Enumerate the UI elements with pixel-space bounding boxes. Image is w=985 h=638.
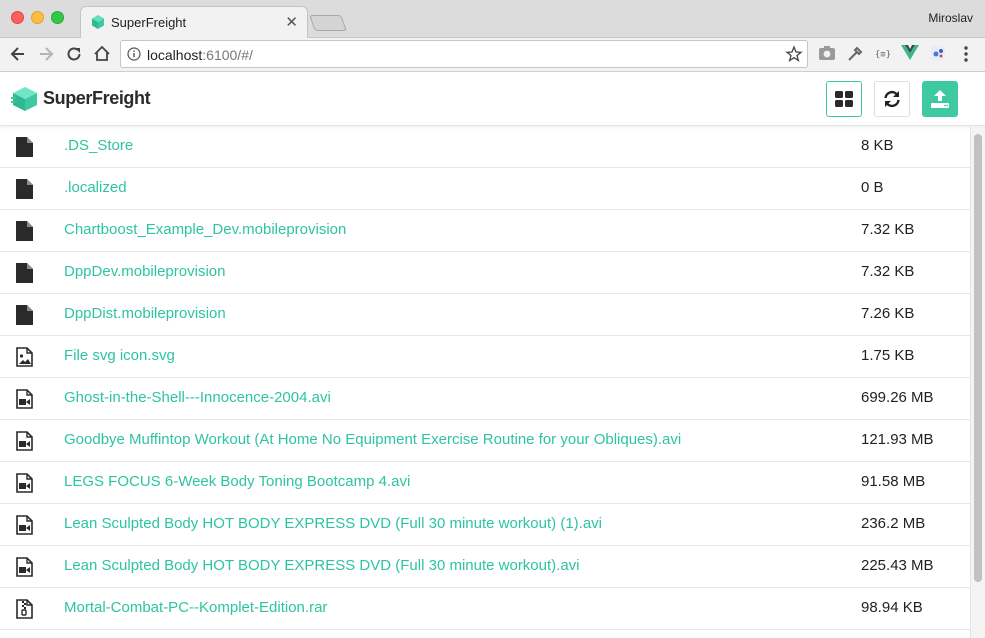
file-name-link[interactable]: .DS_Store xyxy=(64,137,133,154)
home-icon[interactable] xyxy=(92,44,112,64)
file-size: 7.32 KB xyxy=(861,221,915,238)
extension-dots-icon[interactable] xyxy=(930,45,946,61)
reload-icon[interactable] xyxy=(64,44,84,64)
archive-file-icon xyxy=(16,599,33,619)
file-row[interactable]: .DS_Store 8 KB xyxy=(0,126,970,168)
file-icon xyxy=(16,221,33,241)
file-name-link[interactable]: Mortal-Combat-PC--Komplet-Edition.rar xyxy=(64,599,327,616)
image-file-icon xyxy=(16,347,33,367)
forward-arrow-icon[interactable] xyxy=(36,44,56,64)
file-name-link[interactable]: File svg icon.svg xyxy=(64,347,175,364)
file-icon xyxy=(16,179,33,199)
file-row[interactable]: Chartboost_Example_Dev.mobileprovision 7.… xyxy=(0,210,970,252)
video-file-icon xyxy=(16,431,33,451)
window-close-button[interactable] xyxy=(11,11,24,24)
file-row[interactable]: Lean Sculpted Body HOT BODY EXPRESS DVD … xyxy=(0,504,970,546)
video-file-icon xyxy=(16,389,33,409)
file-name-link[interactable]: Goodbye Muffintop Workout (At Home No Eq… xyxy=(64,431,681,448)
address-bar[interactable]: localhost:6100/#/ xyxy=(120,40,808,68)
scrollbar[interactable] xyxy=(970,126,985,638)
file-size: 225.43 MB xyxy=(861,557,934,574)
file-name-link[interactable]: Chartboost_Example_Dev.mobileprovision xyxy=(64,221,346,238)
file-size: 121.93 MB xyxy=(861,431,934,448)
file-row[interactable]: DppDev.mobileprovision 7.32 KB xyxy=(0,252,970,294)
file-size: 1.75 KB xyxy=(861,347,915,364)
file-row[interactable]: Lean Sculpted Body HOT BODY EXPRESS DVD … xyxy=(0,546,970,588)
window-minimize-button[interactable] xyxy=(31,11,44,24)
file-icon xyxy=(16,137,33,157)
file-row[interactable]: .localized 0 B xyxy=(0,168,970,210)
url-text: localhost:6100/#/ xyxy=(147,47,253,63)
brand-name: SuperFreight xyxy=(43,88,151,108)
file-list: .DS_Store 8 KB .localized 0 B Chartboost_Exa… xyxy=(0,126,970,638)
refresh-button[interactable] xyxy=(874,81,910,117)
video-file-icon xyxy=(16,473,33,493)
file-row[interactable]: LEGS FOCUS 6-Week Body Toning Bootcamp 4… xyxy=(0,462,970,504)
grid-view-icon xyxy=(835,91,853,107)
file-row[interactable]: Ghost-in-the-Shell---Innocence-2004.avi 6… xyxy=(0,378,970,420)
file-row[interactable]: DppDist.mobileprovision 7.26 KB xyxy=(0,294,970,336)
profile-name[interactable]: Miroslav xyxy=(928,11,973,25)
tab-title: SuperFreight xyxy=(111,15,187,30)
file-size: 699.26 MB xyxy=(861,389,934,406)
url-path: :6100/#/ xyxy=(202,47,253,63)
file-name-link[interactable]: Ghost-in-the-Shell---Innocence-2004.avi xyxy=(64,389,331,406)
svg-text:{≡}: {≡} xyxy=(875,50,891,60)
browser-titlebar: SuperFreight ✕ Miroslav xyxy=(0,0,985,38)
video-file-icon xyxy=(16,557,33,577)
window-zoom-button[interactable] xyxy=(51,11,64,24)
back-arrow-icon[interactable] xyxy=(8,44,28,64)
file-size: 98.94 KB xyxy=(861,599,923,616)
file-name-link[interactable]: Lean Sculpted Body HOT BODY EXPRESS DVD … xyxy=(64,515,602,532)
upload-button[interactable] xyxy=(922,81,958,117)
file-name-link[interactable]: .localized xyxy=(64,179,127,196)
superfreight-logo-icon xyxy=(11,87,37,111)
bookmark-star-icon[interactable] xyxy=(785,45,803,63)
file-row[interactable]: File svg icon.svg 1.75 KB xyxy=(0,336,970,378)
file-name-link[interactable]: DppDev.mobileprovision xyxy=(64,263,225,280)
url-host: localhost xyxy=(147,47,203,63)
info-icon[interactable] xyxy=(127,47,141,61)
file-size: 7.26 KB xyxy=(861,305,915,322)
cube-icon xyxy=(92,15,104,29)
tab-close-icon[interactable]: ✕ xyxy=(285,13,298,31)
browser-toolbar: localhost:6100/#/ {≡} xyxy=(0,38,985,72)
grid-view-button[interactable] xyxy=(826,81,862,117)
file-size: 236.2 MB xyxy=(861,515,926,532)
file-size: 91.58 MB xyxy=(861,473,926,490)
video-file-icon xyxy=(16,515,33,535)
app-header: SuperFreight xyxy=(0,73,985,126)
file-name-link[interactable]: LEGS FOCUS 6-Week Body Toning Bootcamp 4… xyxy=(64,473,410,490)
file-size: 7.32 KB xyxy=(861,263,915,280)
new-tab-button[interactable] xyxy=(309,15,347,31)
file-name-link[interactable]: Lean Sculpted Body HOT BODY EXPRESS DVD … xyxy=(64,557,580,574)
camera-icon[interactable] xyxy=(818,45,836,61)
file-name-link[interactable]: DppDist.mobileprovision xyxy=(64,305,226,322)
file-icon xyxy=(16,263,33,283)
eyedropper-icon[interactable] xyxy=(846,45,864,63)
json-formatter-icon[interactable]: {≡} xyxy=(873,45,893,61)
upload-icon xyxy=(931,90,949,108)
file-icon xyxy=(16,305,33,325)
vue-devtools-icon[interactable] xyxy=(901,45,919,61)
browser-tab[interactable]: SuperFreight ✕ xyxy=(80,6,308,38)
menu-kebab-icon[interactable] xyxy=(962,45,970,63)
file-row[interactable]: Goodbye Muffintop Workout (At Home No Eq… xyxy=(0,420,970,462)
scrollbar-thumb[interactable] xyxy=(974,134,982,582)
file-size: 8 KB xyxy=(861,137,894,154)
file-row[interactable]: Mortal-Combat-PC--Komplet-Edition.rar 98.… xyxy=(0,588,970,630)
file-size: 0 B xyxy=(861,179,884,196)
refresh-icon xyxy=(884,90,900,108)
